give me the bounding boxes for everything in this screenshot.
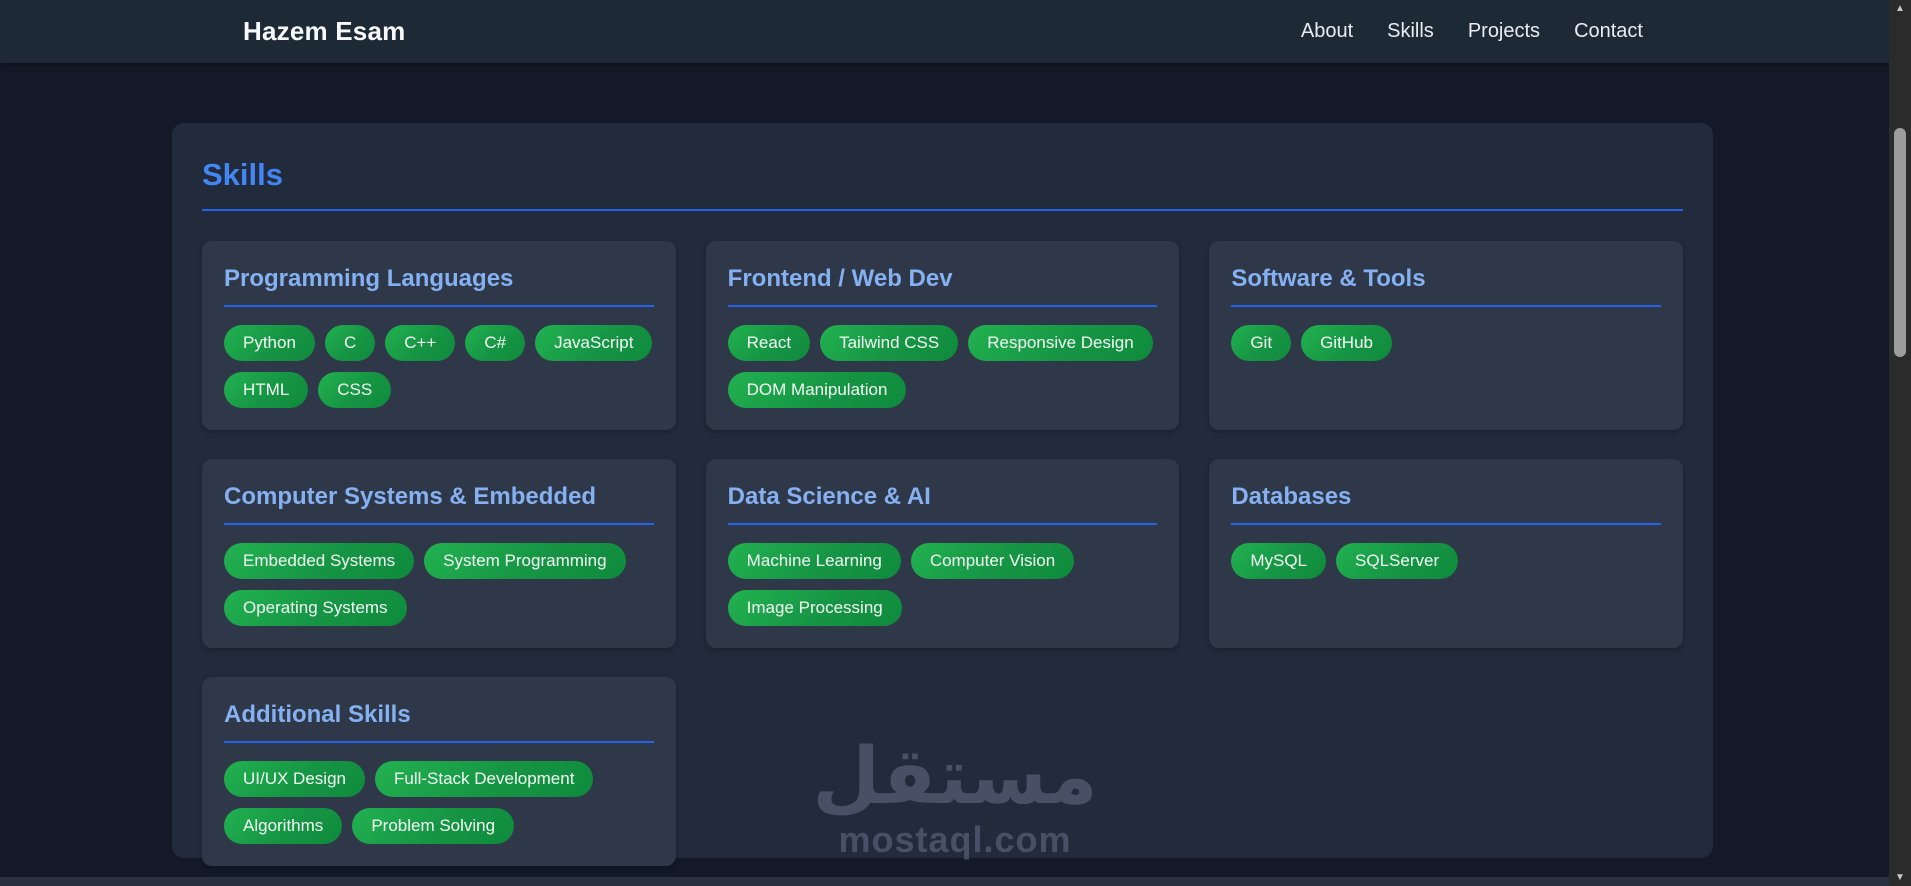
skill-badge-react: React [727, 325, 811, 361]
skill-badges: Git GitHub [1231, 325, 1661, 361]
navbar: Hazem Esam About Skills Projects Contact [0, 0, 1911, 63]
skill-category-card-computer-systems-embedded: Computer Systems & Embedded Embedded Sys… [202, 459, 676, 648]
skill-card-title: Computer Systems & Embedded [224, 483, 654, 525]
nav-link-about[interactable]: About [1301, 20, 1353, 43]
scrollbar-thumb[interactable] [1894, 128, 1906, 357]
skill-badge-mysql: MySQL [1231, 543, 1327, 579]
nav-link-contact[interactable]: Contact [1574, 20, 1643, 43]
skill-badge-full-stack-development: Full-Stack Development [374, 761, 594, 797]
skill-category-card-software-tools: Software & Tools Git GitHub [1209, 241, 1683, 430]
footer-strip [0, 877, 1889, 886]
skill-badge-machine-learning: Machine Learning [727, 543, 901, 579]
skill-cards-grid: Programming Languages Python C C++ C# JavaSc… [202, 241, 1683, 866]
skill-badge-css: CSS [318, 372, 392, 408]
skill-category-card-additional-skills: Additional Skills UI/UX Design Full-Stack… [202, 677, 676, 866]
skill-card-title: Frontend / Web Dev [727, 265, 1158, 307]
skill-badges: Machine Learning Computer Vision Image Pro… [727, 543, 1158, 626]
skill-card-title: Additional Skills [224, 701, 654, 743]
brand-logo[interactable]: Hazem Esam [243, 16, 405, 47]
skills-section: Skills Programming Languages Python C C++ C… [172, 123, 1713, 866]
skill-badge-computer-vision: Computer Vision [910, 543, 1075, 579]
skill-badge-html: HTML [224, 372, 309, 408]
nav-links: About Skills Projects Contact [1301, 20, 1643, 43]
skill-badge-problem-solving: Problem Solving [352, 808, 515, 844]
scroll-down-icon[interactable]: ▼ [1889, 869, 1911, 886]
skill-badge-image-processing: Image Processing [727, 590, 902, 626]
skill-badge-javascript: JavaScript [535, 325, 653, 361]
skill-badge-dom-manipulation: DOM Manipulation [727, 372, 907, 408]
skill-badge-operating-systems: Operating Systems [224, 590, 407, 626]
skill-category-card-data-science-ai: Data Science & AI Machine Learning Comput… [705, 459, 1180, 648]
nav-link-projects[interactable]: Projects [1468, 20, 1540, 43]
section-title: Skills [202, 157, 1683, 211]
skill-category-card-programming-languages: Programming Languages Python C C++ C# JavaSc… [202, 241, 676, 430]
nav-link-skills[interactable]: Skills [1387, 20, 1434, 43]
skill-badge-responsive-design: Responsive Design [968, 325, 1153, 361]
skill-badge-git: Git [1231, 325, 1292, 361]
skill-badges: Embedded Systems System Programming Operat… [224, 543, 654, 626]
skill-badge-ui-ux-design: UI/UX Design [224, 761, 365, 797]
skill-badge-python: Python [224, 325, 315, 361]
skill-badges: Python C C++ C# JavaScript HTML CSS [224, 325, 654, 408]
skill-badge-c: C++ [385, 325, 456, 361]
skill-badge-system-programming: System Programming [424, 543, 626, 579]
skill-badge-sqlserver: SQLServer [1336, 543, 1459, 579]
skill-badges: React Tailwind CSS Responsive Design DOM Ma… [727, 325, 1158, 408]
skill-badge-c: C [324, 325, 376, 361]
skill-badge-c: C# [465, 325, 526, 361]
skill-category-card-databases: Databases MySQL SQLServer [1209, 459, 1683, 648]
skill-category-card-frontend-web-dev: Frontend / Web Dev React Tailwind CSS Resp… [705, 241, 1180, 430]
skill-badges: MySQL SQLServer [1231, 543, 1661, 579]
scroll-up-icon[interactable]: ▲ [1889, 0, 1911, 17]
vertical-scrollbar[interactable]: ▲ ▼ [1889, 0, 1911, 886]
skill-card-title: Programming Languages [224, 265, 654, 307]
skill-card-title: Data Science & AI [727, 483, 1158, 525]
skill-badge-tailwind-css: Tailwind CSS [820, 325, 959, 361]
skill-badge-algorithms: Algorithms [224, 808, 343, 844]
skill-badge-embedded-systems: Embedded Systems [224, 543, 415, 579]
skill-card-title: Databases [1231, 483, 1661, 525]
skill-card-title: Software & Tools [1231, 265, 1661, 307]
skill-badge-github: GitHub [1301, 325, 1392, 361]
page-viewport: Hazem Esam About Skills Projects Contact Sk… [0, 0, 1911, 886]
skill-badges: UI/UX Design Full-Stack Development Algori… [224, 761, 654, 844]
